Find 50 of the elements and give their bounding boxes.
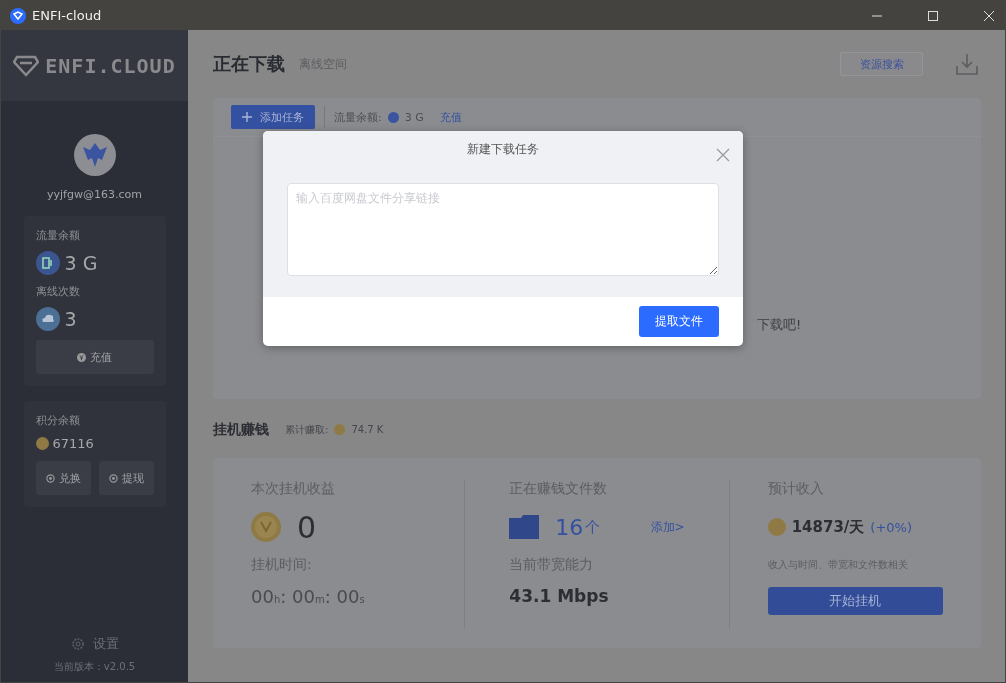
points-value: 67116 bbox=[52, 436, 94, 451]
tab[interactable]: 正在下载 bbox=[213, 52, 285, 76]
circle-icon bbox=[108, 473, 118, 483]
coin-icon bbox=[35, 437, 49, 450]
recharge-link[interactable]: 充值 bbox=[439, 109, 462, 125]
section-title: 挂机赚钱 bbox=[213, 420, 269, 439]
yen-icon bbox=[77, 352, 86, 362]
file-count-unit: 个 bbox=[585, 517, 601, 537]
plus-icon bbox=[242, 112, 252, 122]
diamond-logo-icon bbox=[13, 54, 40, 77]
folder-icon bbox=[509, 515, 540, 539]
add-files-link[interactable]: 添加> bbox=[650, 518, 685, 536]
app-logo-icon bbox=[10, 7, 26, 24]
recharge-button[interactable]: 充值 bbox=[35, 340, 154, 374]
settings-icon bbox=[70, 637, 85, 651]
logo-text: ENFI.CLOUD bbox=[45, 53, 176, 78]
settings-button[interactable]: 设置 bbox=[64, 634, 125, 654]
window-title: ENFI-cloud bbox=[32, 8, 102, 23]
points-label: 积分余额 bbox=[35, 413, 81, 428]
offline-label: 离线次数 bbox=[35, 284, 81, 299]
traffic-icon bbox=[35, 251, 60, 275]
forecast-value: 14873/天 bbox=[791, 517, 865, 537]
bandwidth-value: 43.1 Mbps bbox=[509, 586, 610, 606]
coin-icon bbox=[767, 518, 786, 536]
user-email: yyjfgw@163.com bbox=[47, 188, 142, 201]
coin-icon bbox=[387, 111, 399, 123]
exchange-button[interactable]: 兑换 bbox=[35, 461, 91, 495]
avatar-icon bbox=[73, 134, 116, 176]
traffic-value: 3 G bbox=[404, 110, 424, 124]
empty-hint: 下载吧! bbox=[757, 316, 802, 334]
offline-count: 3 bbox=[64, 308, 77, 330]
dialog-title: 新建下载任务 bbox=[467, 141, 539, 158]
forecast-change: (+0%) bbox=[870, 519, 912, 535]
total-earned-value: 74.7 K bbox=[351, 424, 384, 435]
maximize-icon[interactable] bbox=[927, 9, 939, 22]
withdraw-button[interactable]: 提现 bbox=[98, 461, 154, 495]
add-task-button[interactable]: 添加任务 bbox=[231, 105, 315, 129]
resource-search-button[interactable]: 资源搜索 bbox=[840, 52, 923, 76]
circle-icon bbox=[45, 473, 55, 483]
traffic-label: 流量余额 bbox=[35, 228, 81, 243]
file-count: 16 bbox=[555, 514, 584, 540]
cloud-icon bbox=[35, 307, 60, 331]
total-earned-label: 累计赚取: bbox=[285, 422, 329, 437]
traffic-value: 3 G bbox=[64, 252, 98, 274]
session-earnings-value: 0 bbox=[297, 509, 317, 545]
download-icon[interactable] bbox=[955, 52, 979, 76]
coin-icon bbox=[334, 424, 346, 435]
extract-files-button[interactable]: 提取文件 bbox=[639, 306, 719, 337]
coin-icon bbox=[251, 512, 281, 542]
start-button[interactable]: 开始挂机 bbox=[767, 587, 943, 615]
